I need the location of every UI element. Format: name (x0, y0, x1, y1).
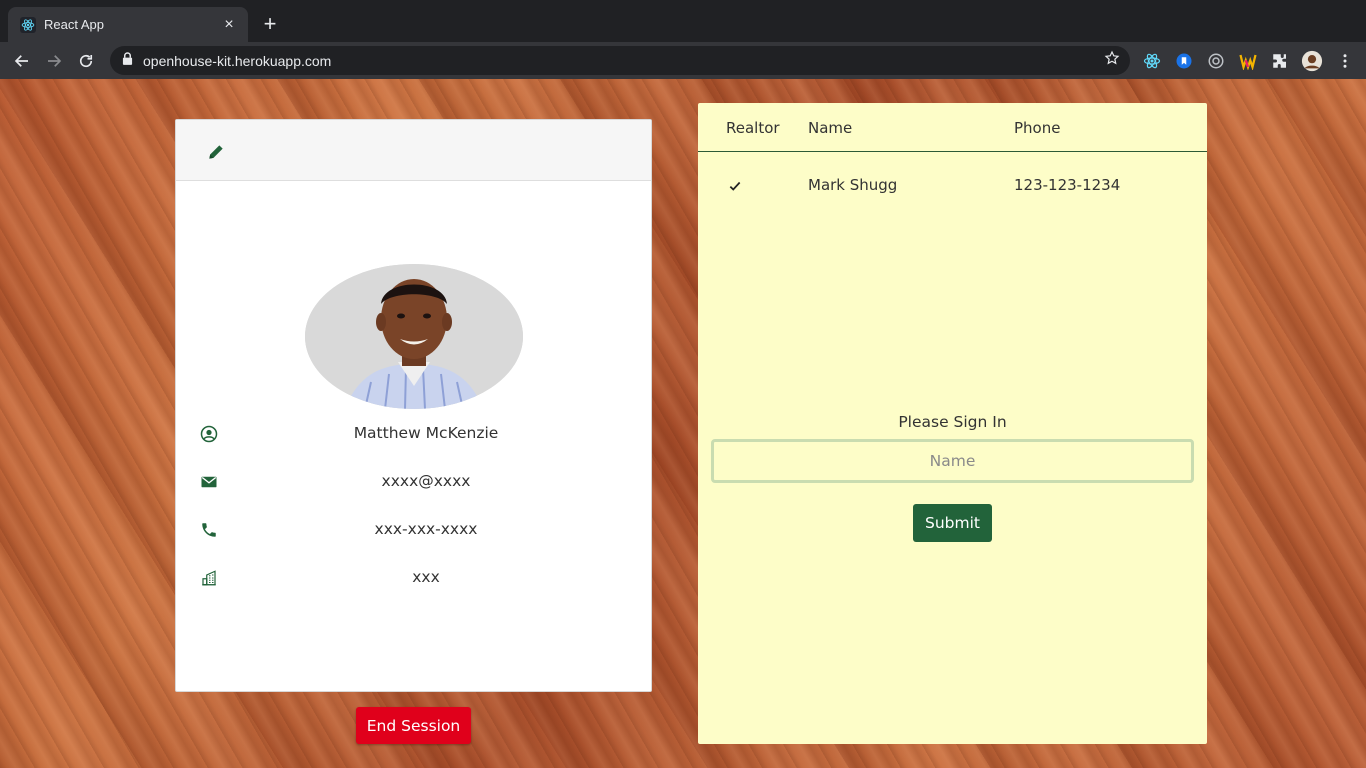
phone-icon (200, 521, 218, 539)
card-header (176, 120, 651, 181)
profile-company-row: xxx (176, 566, 653, 590)
browser-toolbar: openhouse-kit.herokuapp.com (0, 42, 1366, 79)
address-bar[interactable]: openhouse-kit.herokuapp.com (110, 46, 1130, 75)
browser-tab[interactable]: React App × (8, 7, 248, 42)
row-name: Mark Shugg (808, 176, 898, 194)
office-building-icon (200, 569, 218, 587)
extensions-puzzle-icon[interactable] (1269, 50, 1291, 72)
reload-icon[interactable] (73, 48, 99, 74)
profile-phone: xxx-xxx-xxxx (374, 520, 478, 538)
column-header-phone: Phone (1014, 119, 1061, 137)
checkmark-icon (728, 179, 742, 193)
bookmark-extension-icon[interactable] (1173, 50, 1195, 72)
profile-phone-row: xxx-xxx-xxxx (176, 518, 653, 542)
new-tab-icon[interactable]: + (259, 13, 281, 35)
submit-button[interactable]: Submit (913, 504, 992, 542)
profile-email-row: xxxx@xxxx (176, 470, 653, 494)
browser-menu-icon[interactable] (1334, 50, 1356, 72)
user-circle-icon (200, 425, 218, 443)
react-favicon-icon (20, 16, 36, 33)
profile-avatar-icon[interactable] (1301, 50, 1323, 72)
sign-in-prompt: Please Sign In (898, 413, 1007, 431)
row-phone: 123-123-1234 (1014, 176, 1121, 194)
pencil-edit-icon[interactable] (206, 142, 226, 162)
target-extension-icon[interactable] (1205, 50, 1227, 72)
page-background: Matthew McKenzie xxxx@xxxx xxx-xxx-xxxx … (0, 79, 1366, 768)
colorful-w-extension-icon[interactable] (1237, 50, 1259, 72)
bookmark-star-icon[interactable] (1104, 50, 1120, 71)
column-header-realtor: Realtor (726, 119, 780, 137)
profile-name: Matthew McKenzie (353, 424, 499, 442)
tab-title: React App (44, 17, 104, 32)
visitor-table-header: Realtor Name Phone (698, 103, 1207, 152)
column-header-name: Name (808, 119, 853, 137)
envelope-icon (200, 473, 218, 491)
profile-name-row: Matthew McKenzie (176, 422, 653, 446)
name-input[interactable] (711, 439, 1194, 483)
forward-arrow-icon[interactable] (41, 48, 67, 74)
lock-icon (122, 51, 133, 70)
close-tab-icon[interactable]: × (220, 16, 238, 34)
realtor-profile-card: Matthew McKenzie xxxx@xxxx xxx-xxx-xxxx … (175, 119, 652, 692)
react-devtools-extension-icon[interactable] (1141, 50, 1163, 72)
back-arrow-icon[interactable] (9, 48, 35, 74)
realtor-photo (305, 264, 523, 409)
browser-tab-strip: React App × + (0, 0, 1366, 42)
url-text: openhouse-kit.herokuapp.com (143, 52, 332, 69)
profile-company: xxx (412, 568, 440, 586)
profile-email: xxxx@xxxx (381, 472, 471, 490)
end-session-button[interactable]: End Session (356, 707, 471, 744)
sign-in-panel: Realtor Name Phone Mark Shugg 123-123-12… (698, 103, 1207, 744)
